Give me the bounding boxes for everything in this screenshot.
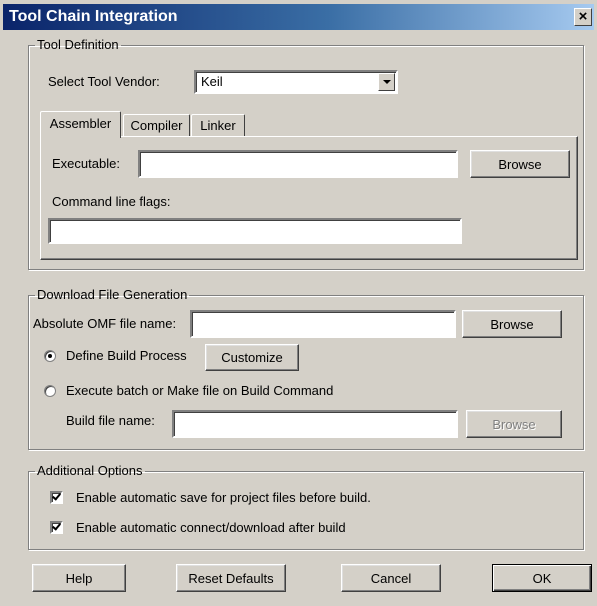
omf-file-label: Absolute OMF file name: — [33, 316, 177, 331]
auto-connect-checkbox[interactable] — [50, 521, 63, 534]
tab-assembler-label: Assembler — [49, 116, 112, 131]
additional-options-group: Additional Options — [28, 464, 584, 550]
build-file-browse-button[interactable]: Browse — [466, 410, 562, 438]
executable-label: Executable: — [52, 156, 120, 171]
auto-connect-label: Enable automatic connect/download after … — [76, 520, 346, 535]
build-file-label: Build file name: — [66, 413, 155, 428]
auto-save-label: Enable automatic save for project files … — [76, 490, 371, 505]
omf-browse-button[interactable]: Browse — [462, 310, 562, 338]
tool-definition-legend: Tool Definition — [37, 37, 119, 52]
close-button[interactable]: × — [574, 8, 592, 26]
tab-compiler[interactable]: Compiler — [123, 114, 190, 136]
flags-label: Command line flags: — [52, 194, 171, 209]
ok-button[interactable]: OK — [492, 564, 592, 592]
vendor-select-value: Keil — [201, 74, 223, 89]
command-line-flags-input[interactable] — [48, 218, 462, 244]
tab-linker-label: Linker — [200, 118, 236, 133]
title-bar: Tool Chain Integration × — [3, 4, 594, 30]
tab-assembler[interactable]: Assembler — [40, 111, 121, 138]
download-file-legend: Download File Generation — [37, 287, 188, 302]
vendor-select[interactable]: Keil — [194, 70, 398, 94]
executable-browse-button[interactable]: Browse — [470, 150, 570, 178]
execute-batch-label: Execute batch or Make file on Build Comm… — [66, 383, 334, 398]
omf-file-input[interactable] — [190, 310, 456, 338]
tab-compiler-label: Compiler — [130, 118, 183, 133]
auto-save-checkbox[interactable] — [50, 491, 63, 504]
customize-button[interactable]: Customize — [205, 344, 299, 371]
executable-input[interactable] — [138, 150, 458, 178]
define-build-process-label: Define Build Process — [66, 348, 187, 363]
help-button[interactable]: Help — [32, 564, 126, 592]
close-icon: × — [578, 8, 588, 25]
tab-linker[interactable]: Linker — [191, 114, 245, 136]
additional-options-legend: Additional Options — [37, 463, 143, 478]
chevron-down-icon[interactable] — [378, 73, 395, 91]
reset-defaults-button[interactable]: Reset Defaults — [176, 564, 286, 592]
cancel-button[interactable]: Cancel — [341, 564, 441, 592]
vendor-label: Select Tool Vendor: — [48, 74, 160, 89]
build-file-input[interactable] — [172, 410, 458, 438]
tool-chain-dialog: Tool Chain Integration × Tool Definition… — [0, 0, 597, 606]
window-title: Tool Chain Integration — [9, 8, 178, 25]
execute-batch-radio[interactable] — [44, 385, 56, 397]
define-build-process-radio[interactable] — [44, 350, 56, 362]
